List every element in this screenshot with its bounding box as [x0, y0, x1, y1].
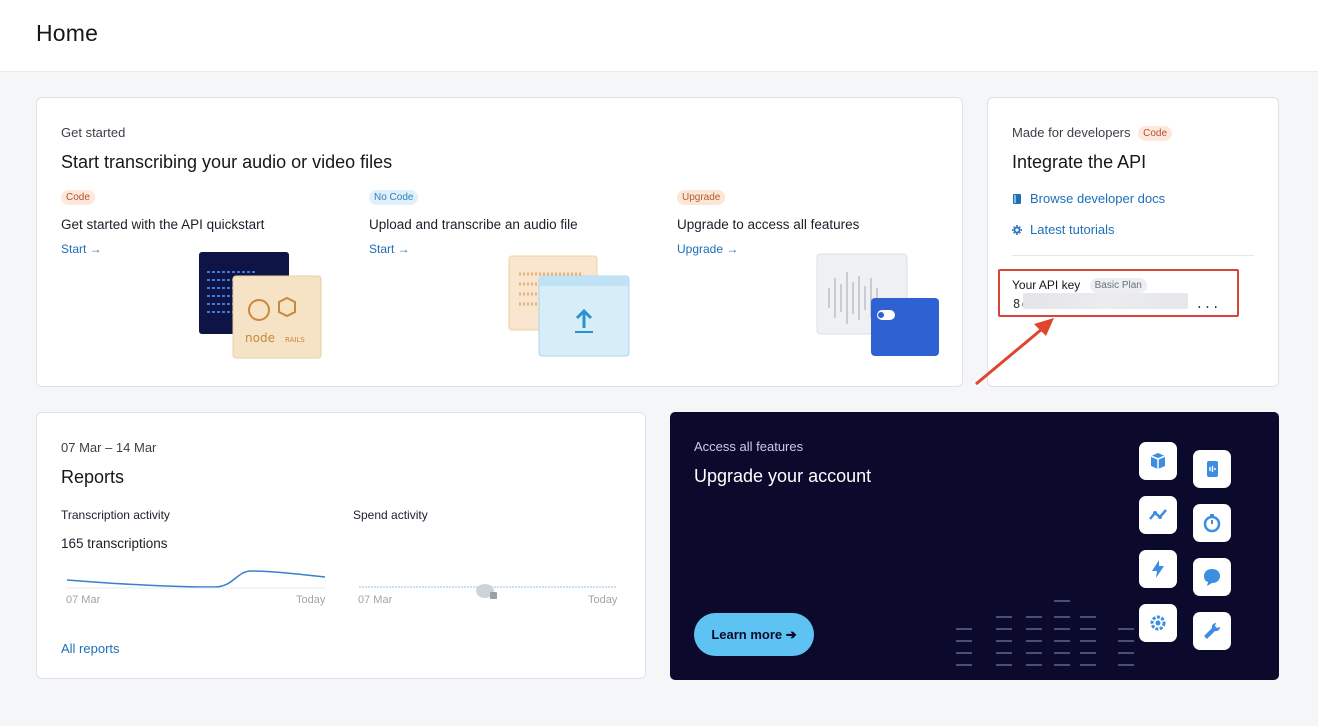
latest-tutorials-link[interactable]: Latest tutorials [1012, 222, 1115, 237]
upload-column: No Code Upload and transcribe an audio f… [369, 190, 659, 256]
top-bar: Home [0, 0, 1318, 72]
wrench-icon [1193, 612, 1231, 650]
plan-badge: Basic Plan [1089, 278, 1147, 294]
spend-x-end: Today [588, 594, 618, 606]
browse-docs-link[interactable]: Browse developer docs [1012, 191, 1165, 206]
api-key-label-row: Your API key Basic Plan [1012, 278, 1147, 294]
learn-more-button[interactable]: Learn more ➔ [694, 613, 814, 656]
upgrade-card: Access all features Upgrade your account… [670, 412, 1279, 680]
latest-tutorials-label: Latest tutorials [1030, 222, 1115, 237]
reports-date-range: 07 Mar – 14 Mar [61, 440, 157, 455]
gear-icon [1012, 224, 1022, 235]
phone-audio-icon [1193, 450, 1231, 488]
settings-cog-icon [1139, 604, 1177, 642]
browse-docs-label: Browse developer docs [1030, 191, 1166, 206]
upload-title: Upload and transcribe an audio file [369, 217, 578, 232]
rails-logo-text: RAILS [285, 336, 305, 344]
api-key-suffix: ... [1195, 297, 1221, 311]
upgrade-eyebrow: Access all features [694, 439, 804, 454]
transcription-summary: 165 transcriptions [61, 536, 168, 551]
all-reports-link[interactable]: All reports [61, 641, 120, 656]
developers-code-badge: Code [1138, 126, 1173, 142]
developers-title: Integrate the API [1012, 152, 1147, 172]
spend-heading: Spend activity [353, 508, 428, 522]
upload-illustration [508, 255, 630, 357]
chat-bubble-icon [1193, 558, 1231, 596]
api-key-label: Your API key [1012, 278, 1081, 292]
quickstart-column: Code Get started with the API quickstart… [61, 190, 351, 256]
upgrade-features-title: Upgrade to access all features [677, 217, 860, 232]
spend-activity: Spend activity [353, 508, 623, 522]
api-key-redaction [1023, 293, 1188, 309]
developers-eyebrow: Made for developers Code [1012, 125, 1173, 142]
spend-x-start: 07 Mar [358, 594, 393, 606]
stopwatch-icon [1193, 504, 1231, 542]
annotation-arrow [975, 318, 1054, 386]
trend-line-icon [1139, 496, 1177, 534]
no-code-badge: No Code [369, 190, 419, 205]
node-logo-text: node [245, 331, 275, 345]
transcription-heading: Transcription activity [61, 508, 170, 522]
get-started-title: Start transcribing your audio or video f… [61, 152, 393, 172]
reports-card: 07 Mar – 14 Mar Reports Transcription ac… [36, 412, 646, 679]
upgrade-title: Upgrade your account [694, 466, 872, 486]
quickstart-title: Get started with the API quickstart [61, 217, 265, 232]
transcription-x-start: 07 Mar [66, 594, 101, 606]
transcription-chart [66, 570, 326, 589]
developers-divider [1012, 255, 1254, 256]
get-started-eyebrow: Get started [61, 125, 126, 140]
page-title: Home [36, 20, 99, 46]
transcription-activity: Transcription activity 165 transcription… [61, 508, 331, 551]
reports-title: Reports [61, 467, 125, 487]
upgrade-column: Upgrade Upgrade to access all features U… [677, 190, 967, 256]
transcription-x-end: Today [296, 594, 326, 606]
upgrade-badge: Upgrade [677, 190, 726, 205]
get-started-card: Get started Start transcribing your audi… [36, 97, 963, 387]
developers-eyebrow-text: Made for developers [1012, 125, 1131, 140]
spend-chart [359, 584, 617, 599]
lightning-icon [1139, 550, 1177, 588]
code-illustration: node RAILS [199, 252, 322, 359]
code-badge: Code [61, 190, 95, 205]
upgrade-illustration [816, 253, 939, 356]
box-icon [1139, 442, 1177, 480]
book-icon [1013, 193, 1021, 204]
